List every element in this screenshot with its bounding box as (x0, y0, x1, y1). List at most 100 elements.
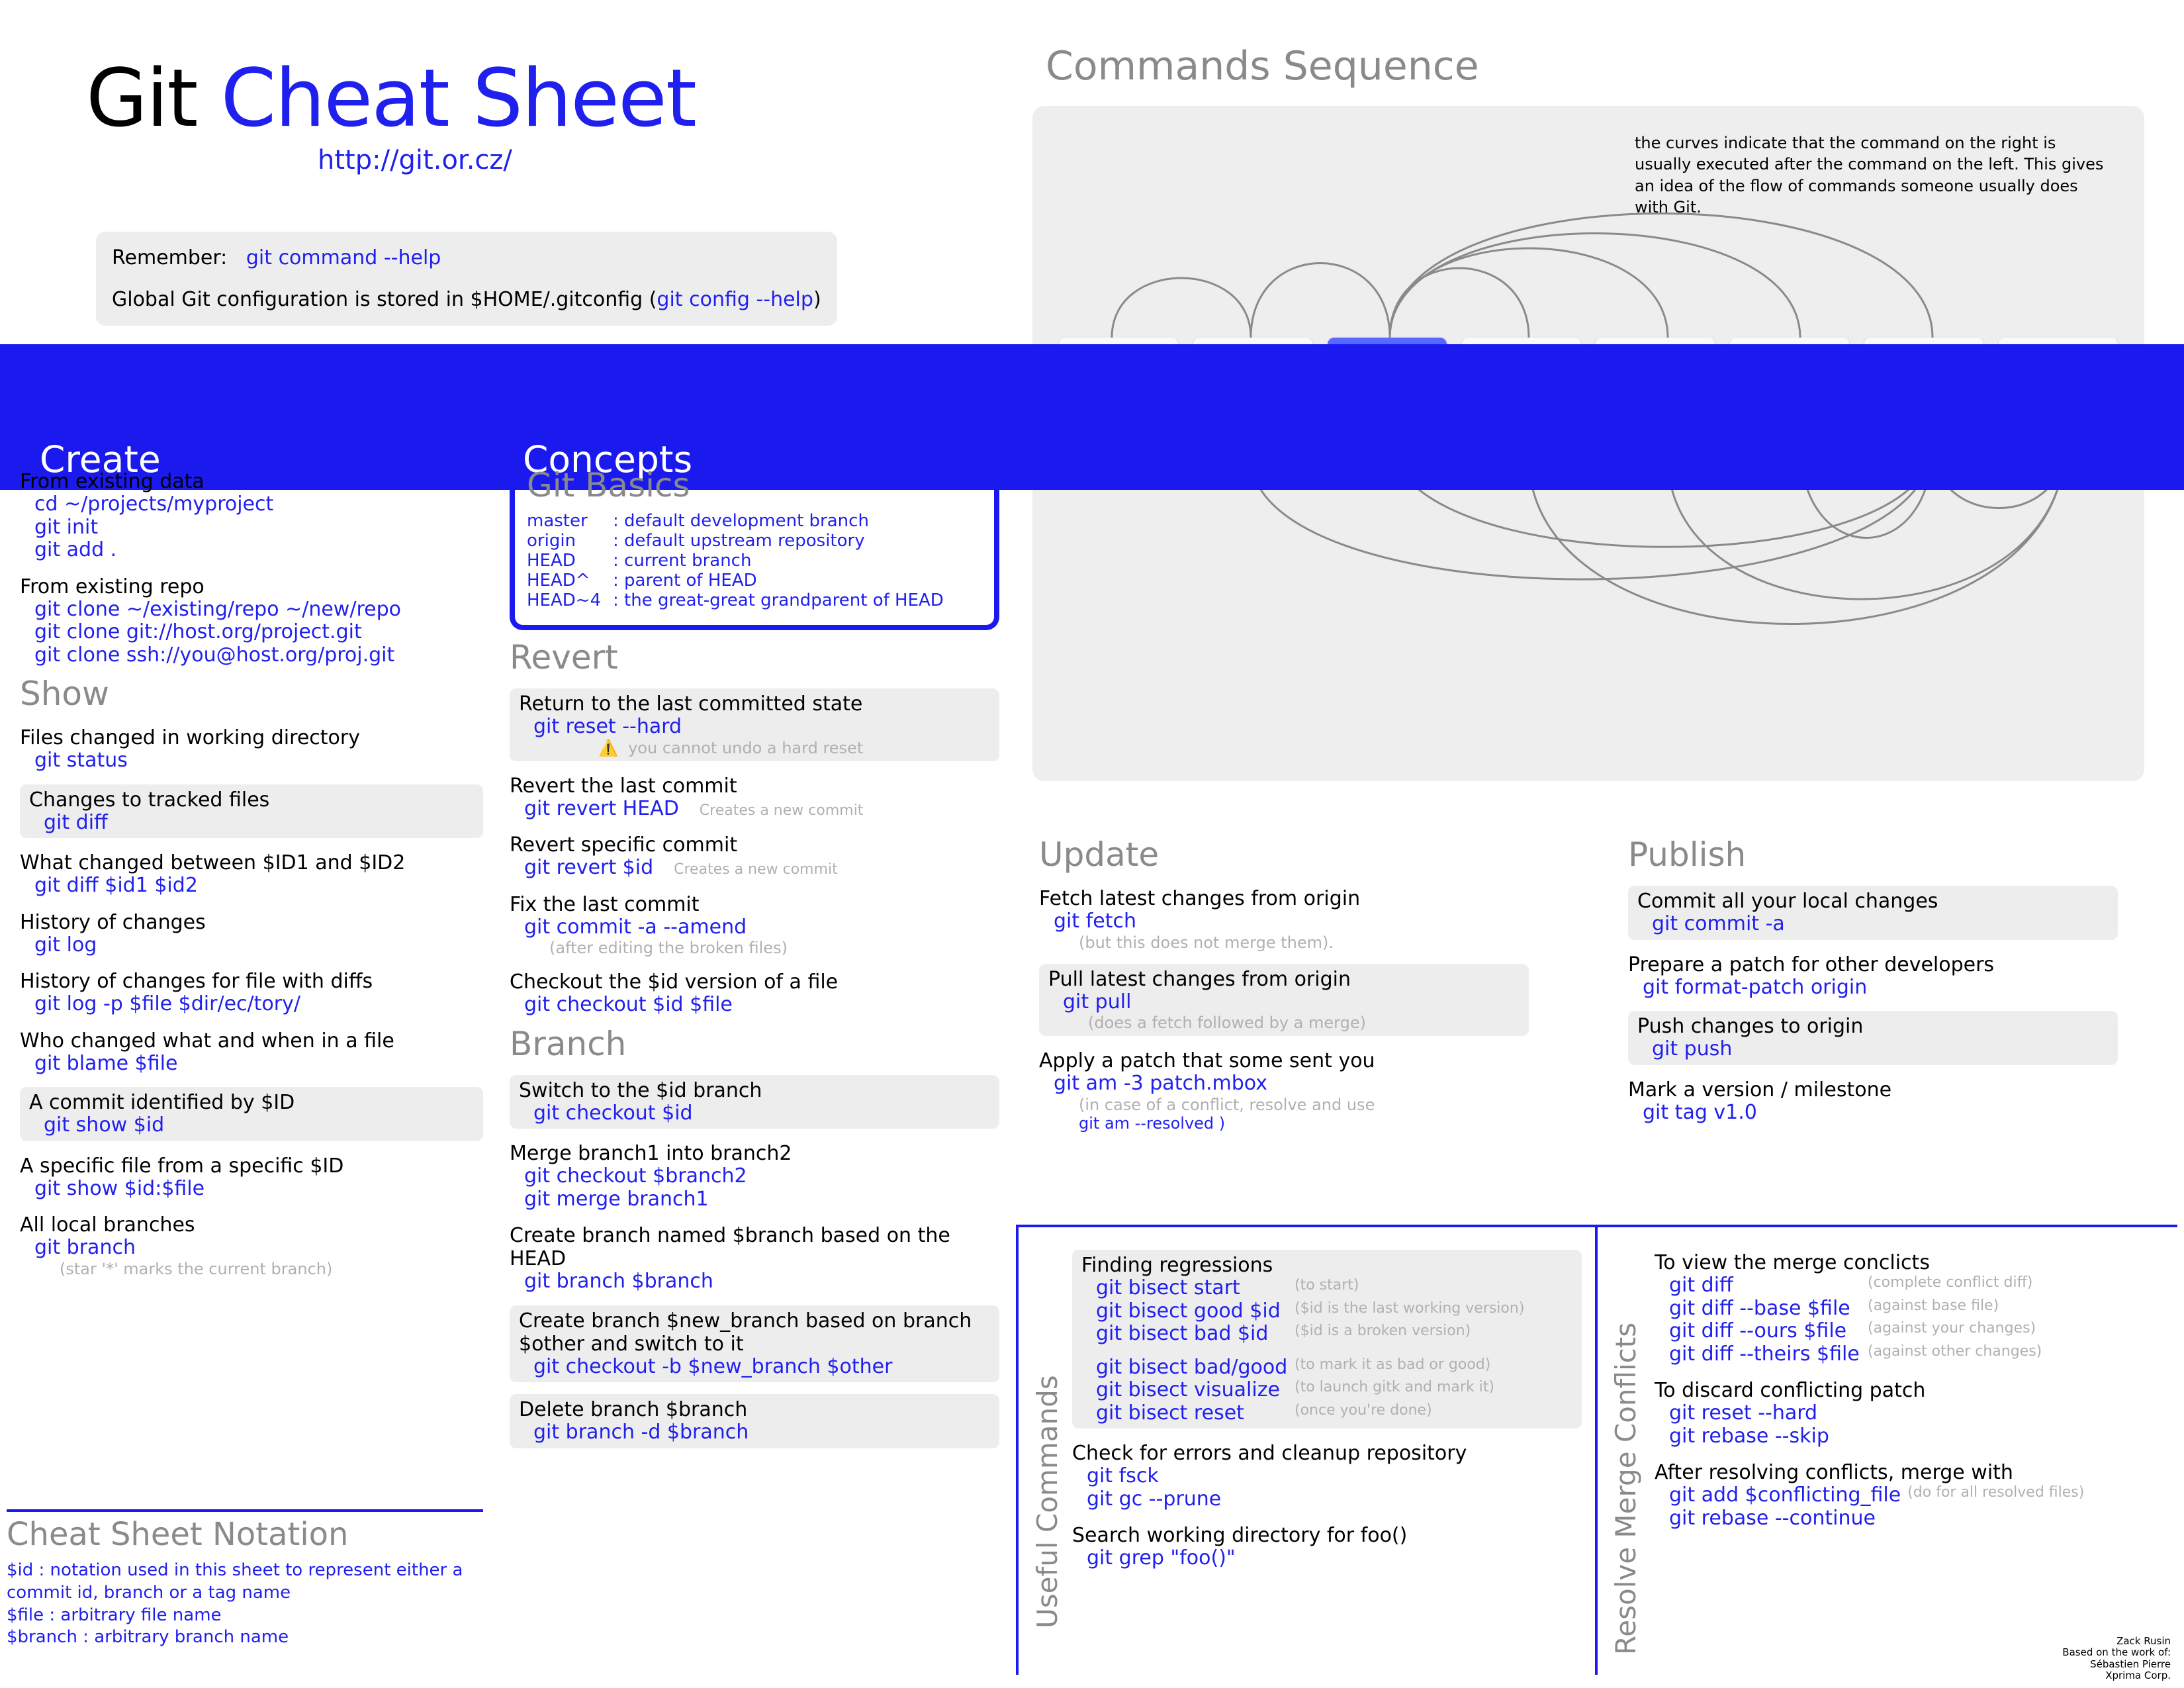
credit-line: Sébastien Pierre (2062, 1659, 2171, 1670)
command-group: All local branchesgit branch(star '*' ma… (20, 1213, 483, 1278)
command: git diff $id1 $id2 (34, 874, 483, 898)
title-git: Git (86, 53, 197, 145)
group-desc: Apply a patch that some sent you (1039, 1049, 1529, 1072)
command: git push (1652, 1038, 2109, 1061)
note: (does a fetch followed by a merge) (1088, 1013, 1520, 1032)
note: (once you're done) (1295, 1402, 1432, 1425)
note: git am --resolved ) (1079, 1114, 1529, 1133)
command: cd ~/projects/myproject (34, 493, 483, 516)
section-resolve-heading: Resolve Merge Conflicts (1610, 1323, 1642, 1655)
basics-row: origin: default upstream repository (527, 531, 982, 551)
command: git add . (34, 539, 483, 562)
project-url[interactable]: http://git.or.cz/ (318, 145, 696, 175)
command: git reset --hard (533, 716, 990, 739)
command: git checkout $branch2 (524, 1165, 999, 1188)
notation-box: Cheat Sheet Notation $id : notation used… (7, 1509, 483, 1649)
command: git status (34, 749, 483, 773)
command-group: Merge branch1 into branch2git checkout $… (510, 1142, 999, 1211)
command: git revert HEAD Creates a new commit (524, 798, 999, 821)
aside: Creates a new commit (660, 861, 838, 878)
note: (to start) (1295, 1277, 1359, 1300)
group-desc: Merge branch1 into branch2 (510, 1142, 999, 1165)
warning-note: ⚠️ you cannot undo a hard reset (598, 739, 990, 757)
command-group: Fix the last commitgit commit -a --amend… (510, 893, 999, 958)
basics-key: origin (527, 531, 613, 551)
basics-val: : default upstream repository (613, 531, 865, 551)
command-group: Commit all your local changesgit commit … (1628, 886, 2118, 940)
page-title: Git Cheat Sheet http://git.or.cz/ (86, 53, 696, 175)
notation-title: Cheat Sheet Notation (7, 1516, 483, 1553)
column-publish: Publish Commit all your local changesgit… (1628, 827, 2118, 1124)
command: git merge branch1 (524, 1188, 999, 1211)
group-desc: Search working directory for foo() (1072, 1524, 1582, 1547)
command-group: Create branch named $branch based on the… (510, 1224, 999, 1293)
group-desc: Commit all your local changes (1637, 890, 2109, 913)
command: git checkout -b $new_branch $other (533, 1356, 990, 1379)
command: git branch $branch (524, 1270, 999, 1293)
group-desc: Push changes to origin (1637, 1015, 2109, 1038)
sequence-heading: Commands Sequence (1046, 43, 1479, 89)
command: git reset --hard (1669, 1402, 2171, 1425)
command-group: Finding regressionsgit bisect start(to s… (1072, 1250, 1582, 1429)
command: git blame $file (34, 1053, 483, 1076)
command: git branch (34, 1237, 483, 1260)
group-desc: Prepare a patch for other developers (1628, 953, 2118, 976)
basics-val: : current branch (613, 551, 751, 571)
command-group: Files changed in working directorygit st… (20, 726, 483, 773)
remember-label: Remember: (112, 246, 227, 269)
group-desc: Revert the last commit (510, 774, 999, 798)
config-cmd: git config --help (657, 288, 813, 311)
group-desc: Checkout the $id version of a file (510, 970, 999, 994)
group-desc: A specific file from a specific $ID (20, 1154, 483, 1178)
group-desc: To view the merge conclicts (1655, 1251, 2171, 1274)
note: (star '*' marks the current branch) (60, 1260, 483, 1278)
group-desc: From existing repo (20, 575, 483, 598)
note: (to launch gitk and mark it) (1295, 1379, 1494, 1402)
command-group: After resolving conflicts, merge withgit… (1655, 1461, 2171, 1530)
section-revert-heading: Revert (510, 638, 999, 677)
command-group: Switch to the $id branchgit checkout $id (510, 1075, 999, 1129)
config-desc: Global Git configuration is stored in $H… (112, 288, 657, 311)
command: git add $conflicting_file(do for all res… (1669, 1484, 2171, 1507)
basics-val: : default development branch (613, 511, 869, 531)
command: git bisect bad $id($id is a broken versi… (1096, 1323, 1572, 1346)
notation-line: $branch : arbitrary branch name (7, 1626, 483, 1649)
command: git commit -a (1652, 913, 2109, 936)
command: git bisect start(to start) (1096, 1277, 1572, 1300)
command-group: History of changesgit log (20, 911, 483, 957)
notation-line: $file : arbitrary file name (7, 1605, 483, 1627)
basics-title: Git Basics (527, 466, 982, 504)
command-group: Revert specific commitgit revert $id Cre… (510, 833, 999, 880)
note: ($id is a broken version) (1295, 1323, 1471, 1346)
group-desc: A commit identified by $ID (29, 1091, 474, 1114)
group-desc: Return to the last committed state (519, 692, 990, 716)
command-group: What changed between $ID1 and $ID2git di… (20, 851, 483, 898)
column-resolve: To view the merge conclictsgit diff(comp… (1655, 1238, 2171, 1530)
command: git bisect good $id($id is the last work… (1096, 1300, 1572, 1323)
credit-line: Xprima Corp. (2062, 1670, 2171, 1681)
basics-key: HEAD^ (527, 571, 613, 590)
command: git diff (44, 812, 474, 835)
group-desc: Switch to the $id branch (519, 1079, 990, 1102)
command: git rebase --continue (1669, 1507, 2171, 1530)
group-desc: Delete branch $branch (519, 1398, 990, 1421)
note: (complete conflict diff) (1868, 1274, 2032, 1297)
command-group: A commit identified by $IDgit show $id (20, 1087, 483, 1141)
group-desc: All local branches (20, 1213, 483, 1237)
note: (to mark it as bad or good) (1295, 1356, 1490, 1380)
basics-key: master (527, 511, 613, 531)
command: git log -p $file $dir/ec/tory/ (34, 993, 483, 1016)
git-basics-box: Git Basics master: default development b… (510, 457, 999, 630)
command: git bisect visualize(to launch gitk and … (1096, 1379, 1572, 1402)
note: ($id is the last working version) (1295, 1300, 1524, 1323)
credit-line: Based on the work of: (2062, 1647, 2171, 1658)
command: git checkout $id (533, 1102, 990, 1125)
command: git clone ~/existing/repo ~/new/repo (34, 598, 483, 622)
group-desc: Mark a version / milestone (1628, 1078, 2118, 1102)
basics-row: HEAD~4: the great-great grandparent of H… (527, 590, 982, 610)
command: git clone git://host.org/project.git (34, 621, 483, 644)
section-useful-heading: Useful Commands (1031, 1375, 1064, 1628)
basics-row: master: default development branch (527, 511, 982, 531)
group-desc: Changes to tracked files (29, 788, 474, 812)
column-create: From existing datacd ~/projects/myprojec… (20, 457, 483, 1278)
